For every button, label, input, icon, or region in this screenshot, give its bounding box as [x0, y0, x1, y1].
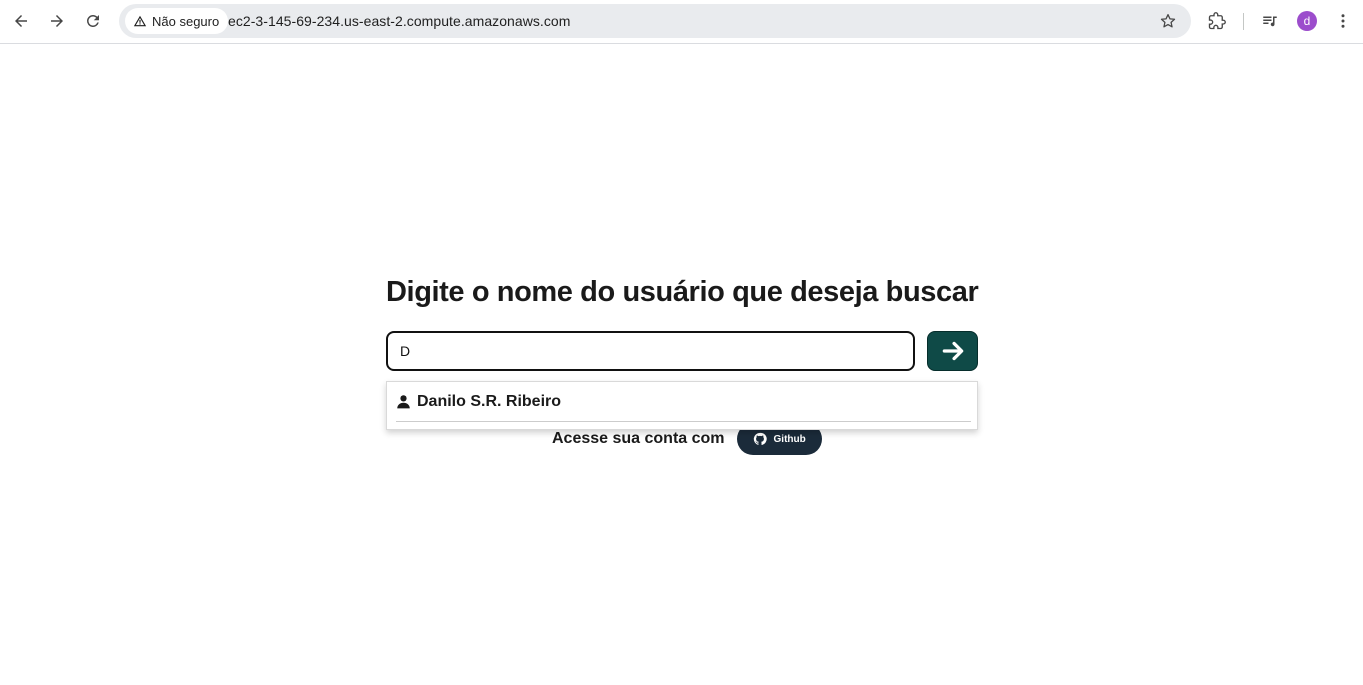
url-text[interactable]: ec2-3-145-69-234.us-east-2.compute.amazo… — [228, 13, 570, 29]
arrow-right-icon — [942, 341, 963, 361]
reload-button[interactable] — [78, 6, 108, 36]
extensions-button[interactable] — [1202, 6, 1232, 36]
address-bar[interactable]: Não seguro ec2-3-145-69-234.us-east-2.co… — [119, 4, 1191, 38]
page-title: Digite o nome do usuário que deseja busc… — [386, 276, 979, 308]
suggestions-dropdown: Danilo S.R. Ribeiro — [386, 381, 978, 430]
bookmark-star-icon[interactable] — [1159, 12, 1177, 30]
user-icon — [397, 395, 410, 409]
media-control-button[interactable] — [1255, 6, 1285, 36]
login-label: Acesse sua conta com — [552, 430, 725, 447]
search-input[interactable] — [386, 331, 915, 371]
suggestion-label: Danilo S.R. Ribeiro — [417, 392, 562, 410]
menu-button[interactable] — [1328, 6, 1358, 36]
profile-avatar[interactable]: d — [1297, 11, 1317, 31]
arrow-left-icon — [15, 15, 27, 27]
forward-button[interactable] — [42, 6, 72, 36]
search-button[interactable] — [927, 331, 978, 371]
reload-icon — [86, 14, 99, 27]
suggestion-item[interactable]: Danilo S.R. Ribeiro — [396, 382, 971, 422]
media-queue-icon — [1263, 16, 1277, 27]
security-label: Não seguro — [152, 13, 220, 29]
puzzle-icon — [1208, 12, 1226, 30]
security-chip[interactable]: Não seguro — [125, 8, 229, 34]
warning-icon — [133, 15, 147, 27]
browser-toolbar: Não seguro ec2-3-145-69-234.us-east-2.co… — [0, 0, 1363, 44]
toolbar-divider — [1243, 13, 1244, 30]
more-vert-icon — [1341, 14, 1345, 28]
arrow-right-icon — [51, 15, 63, 27]
back-button[interactable] — [6, 6, 36, 36]
github-icon — [753, 432, 767, 445]
github-label: Github — [773, 433, 806, 445]
